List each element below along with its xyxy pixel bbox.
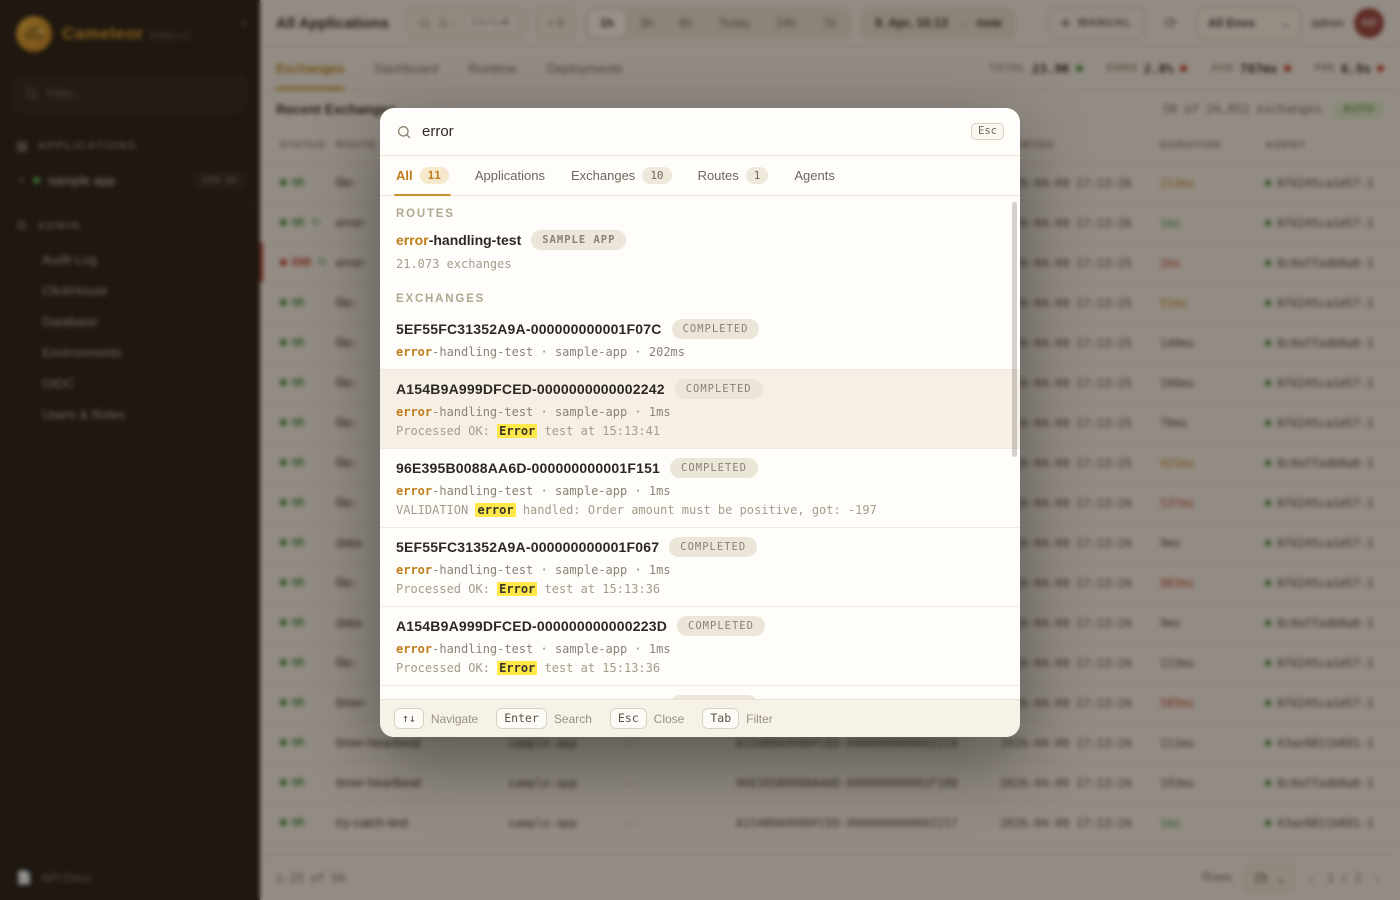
modal-scrollbar[interactable] (1012, 202, 1017, 457)
search-modal: Esc All11 Applications Exchanges10 Route… (380, 108, 1020, 737)
exchange-id: 96E395B0088AA6D-000000000001F151 (396, 460, 661, 476)
exchange-meta: error-handling-test · sample-app · 1ms (396, 642, 671, 656)
kbd-filter: Tab (702, 708, 740, 729)
status-badge: COMPLETED (670, 458, 758, 478)
hint-close: Esc Close (609, 708, 684, 729)
status-badge: COMPLETED (670, 695, 758, 699)
kbd-search: Enter (496, 708, 547, 729)
exchange-id: A154B9A999DFCED-000000000000223D (396, 618, 668, 634)
search-result-exchange[interactable]: A154B9A999DFCED-000000000000223D COMPLET… (380, 606, 1020, 685)
hint-search: Enter Search (496, 708, 592, 729)
exchanges-section-label: EXCHANGES (396, 293, 486, 305)
kbd-navigate: ↑↓ (394, 708, 424, 729)
app-badge: SAMPLE APP (531, 230, 627, 250)
search-result-exchange[interactable]: 96E395B0088AA6D-000000000001F151 COMPLET… (380, 448, 1020, 527)
search-result-exchange[interactable]: A154B9A999DFCED-0000000000002242 COMPLET… (380, 369, 1020, 448)
exchange-id: 96E395B0088AA6D-000000000001F135 (396, 697, 660, 699)
exchange-meta: error-handling-test · sample-app · 1ms (396, 405, 671, 419)
search-result-exchange[interactable]: 96E395B0088AA6D-000000000001F135 COMPLET… (380, 685, 1020, 699)
search-icon (398, 125, 411, 138)
modal-results: ROUTES error-handling-test SAMPLE APP 21… (380, 196, 1020, 699)
modal-tab-routes[interactable]: Routes 1 (698, 156, 769, 195)
exchange-description: Processed OK: Error test at 15:13:41 (396, 424, 661, 438)
tab-count-badge: 1 (745, 167, 769, 184)
route-name: -handling-test (428, 232, 522, 248)
routes-section-label: ROUTES (396, 208, 455, 220)
tab-count-badge: 10 (642, 167, 672, 184)
exchange-description: VALIDATION error handled: Order amount m… (396, 503, 877, 517)
exchange-description: Processed OK: Error test at 15:13:36 (396, 661, 661, 675)
hint-filter: Tab Filter (702, 708, 773, 729)
exchange-meta: error-handling-test · sample-app · 1ms (396, 484, 671, 498)
search-result-exchange[interactable]: 5EF55FC31352A9A-000000000001F067 COMPLET… (380, 527, 1020, 606)
route-exchange-count: 21.073 exchanges (396, 257, 512, 271)
modal-search-row: Esc (380, 108, 1020, 156)
modal-search-input[interactable] (422, 123, 962, 140)
exchange-description: Processed OK: Error test at 15:13:36 (396, 582, 661, 596)
exchange-id: 5EF55FC31352A9A-000000000001F067 (396, 539, 660, 555)
exchange-meta: error-handling-test · sample-app · 1ms (396, 563, 671, 577)
exchange-id: 5EF55FC31352A9A-000000000001F07C (396, 321, 662, 337)
kbd-close: Esc (609, 708, 647, 729)
exchange-meta: error-handling-test · sample-app · 202ms (396, 345, 685, 359)
modal-filter-tabs: All 11 Applications Exchanges 10 Routes 1 A… (380, 156, 1020, 196)
tab-count-badge: 11 (419, 167, 449, 184)
modal-footer-hints: ↑↓ Navigate Enter Search Esc Close Tab F… (380, 699, 1020, 737)
hint-navigate: ↑↓ Navigate (394, 708, 478, 729)
search-result-exchange[interactable]: 5EF55FC31352A9A-000000000001F07C COMPLET… (380, 310, 1020, 369)
exchange-results-list: 5EF55FC31352A9A-000000000001F07C COMPLET… (380, 310, 1020, 699)
status-badge: COMPLETED (677, 616, 765, 636)
status-badge: COMPLETED (669, 537, 758, 557)
exchange-id: A154B9A999DFCED-0000000000002242 (396, 381, 665, 397)
modal-tab-applications[interactable]: Applications (475, 156, 545, 195)
status-badge: COMPLETED (671, 319, 760, 339)
modal-tab-agents[interactable]: Agents (794, 156, 834, 195)
search-result-route[interactable]: error-handling-test SAMPLE APP 21.073 ex… (380, 225, 1020, 281)
match-text: error (396, 232, 429, 248)
modal-tab-all[interactable]: All 11 (394, 156, 451, 196)
status-badge: COMPLETED (674, 379, 763, 399)
modal-tab-exchanges[interactable]: Exchanges 10 (571, 156, 672, 195)
esc-kbd[interactable]: Esc (971, 123, 1004, 140)
